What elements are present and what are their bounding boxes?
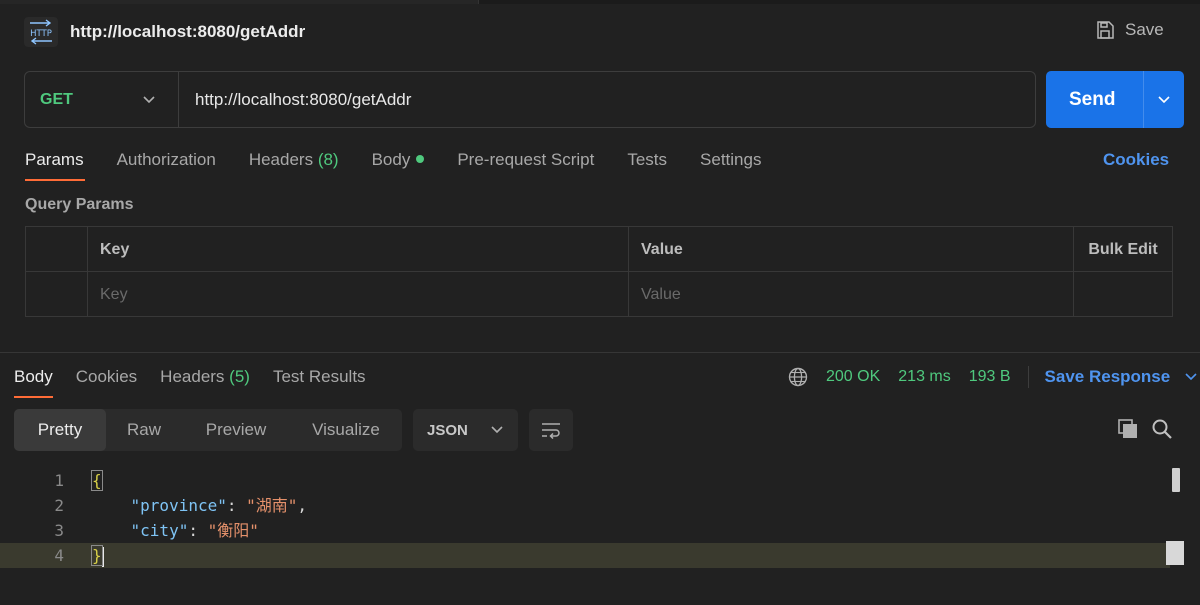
open-brace: { xyxy=(91,470,103,491)
tab-headers[interactable]: Headers (8) xyxy=(249,150,339,182)
code-line-active: 4 } xyxy=(0,543,1170,568)
tab-strip-segment xyxy=(478,0,1200,4)
save-button[interactable]: Save xyxy=(1095,20,1164,40)
table-header-row: Key Value Bulk Edit xyxy=(26,227,1172,272)
code-text: "city": "衡阳" xyxy=(130,521,259,540)
query-params-title: Query Params xyxy=(25,196,134,213)
view-mode-visualize[interactable]: Visualize xyxy=(290,409,402,451)
table-row: Key Value xyxy=(26,272,1172,317)
response-time[interactable]: 213 ms xyxy=(898,368,950,386)
line-number: 2 xyxy=(54,496,64,515)
send-label: Send xyxy=(1069,88,1116,110)
response-tab-cookies[interactable]: Cookies xyxy=(76,367,137,387)
chevron-down-icon xyxy=(1158,95,1170,103)
close-brace: } xyxy=(91,545,103,566)
scrollbar-cursor-marker xyxy=(1166,541,1184,565)
tab-params[interactable]: Params xyxy=(25,150,85,182)
window-top-strip xyxy=(0,0,1200,4)
status-code[interactable]: 200 OK xyxy=(826,368,880,386)
response-tabs: Body Cookies Headers (5) Test Results xyxy=(14,367,389,398)
search-icon[interactable] xyxy=(1151,418,1173,440)
line-number: 3 xyxy=(54,521,64,540)
bulk-edit-button[interactable]: Bulk Edit xyxy=(1074,227,1172,272)
json-value: "衡阳" xyxy=(207,521,259,540)
line-number: 4 xyxy=(54,546,64,565)
json-value: "湖南" xyxy=(246,496,298,515)
response-tab-headers[interactable]: Headers (5) xyxy=(160,367,250,387)
scrollbar-thumb[interactable] xyxy=(1172,468,1180,492)
wrap-lines-button[interactable] xyxy=(529,409,573,451)
code-text: } xyxy=(91,543,104,568)
response-tab-test-results[interactable]: Test Results xyxy=(273,367,366,387)
code-text: "province": "湖南", xyxy=(130,496,308,515)
query-params-table: Key Value Bulk Edit Key Value xyxy=(25,226,1173,317)
tab-body[interactable]: Body xyxy=(372,150,425,182)
http-icon: HTTP xyxy=(24,17,58,47)
json-key: "city" xyxy=(130,521,189,540)
code-line: 2 "province": "湖南", xyxy=(0,493,1200,518)
view-mode-preview[interactable]: Preview xyxy=(182,409,290,451)
tab-settings[interactable]: Settings xyxy=(700,150,761,182)
checkbox-column-header xyxy=(26,227,88,272)
wrap-lines-icon xyxy=(542,423,560,439)
save-response-button[interactable]: Save Response xyxy=(1045,367,1199,387)
view-mode-pretty[interactable]: Pretty xyxy=(14,409,106,451)
chevron-down-icon xyxy=(1185,373,1197,381)
url-input[interactable]: http://localhost:8080/getAddr xyxy=(179,90,1035,110)
view-mode-group: Pretty Raw Preview Visualize xyxy=(14,409,402,451)
response-headers-count: (5) xyxy=(229,367,250,386)
response-body-editor[interactable]: 1 { 2 "province": "湖南", 3 "city": "衡阳" 4… xyxy=(0,468,1200,568)
send-options-button[interactable] xyxy=(1143,71,1184,128)
chevron-down-icon xyxy=(491,426,503,434)
chevron-down-icon xyxy=(143,95,155,103)
method-select[interactable]: GET xyxy=(25,72,179,127)
save-label: Save xyxy=(1125,20,1164,39)
response-headers-label: Headers xyxy=(160,367,225,386)
response-status-bar: 200 OK 213 ms 193 B Save Response xyxy=(788,366,1198,388)
tab-prerequest-script[interactable]: Pre-request Script xyxy=(457,150,594,182)
request-tabs: Params Authorization Headers (8) Body Pr… xyxy=(25,150,794,182)
tab-headers-label: Headers xyxy=(248,150,314,169)
format-label: JSON xyxy=(427,421,468,439)
key-column-header: Key xyxy=(88,227,629,272)
value-input[interactable]: Value xyxy=(629,272,1074,317)
save-icon xyxy=(1097,21,1114,39)
status-separator xyxy=(1027,366,1029,388)
json-key: "province" xyxy=(130,496,227,515)
url-bar: GET http://localhost:8080/getAddr xyxy=(24,71,1036,128)
tab-body-label: Body xyxy=(371,150,411,169)
response-tab-body[interactable]: Body xyxy=(14,367,53,398)
request-title[interactable]: http://localhost:8080/getAddr xyxy=(70,22,305,42)
key-input[interactable]: Key xyxy=(88,272,629,317)
copy-icon[interactable] xyxy=(1117,418,1139,440)
text-cursor xyxy=(101,546,104,567)
method-label: GET xyxy=(40,90,73,108)
tab-tests[interactable]: Tests xyxy=(627,150,667,182)
code-line: 1 { xyxy=(0,468,1200,493)
tab-authorization[interactable]: Authorization xyxy=(117,150,216,182)
row-checkbox-cell xyxy=(26,272,88,317)
save-response-label: Save Response xyxy=(1044,367,1171,386)
format-select[interactable]: JSON xyxy=(413,409,518,451)
view-mode-raw[interactable]: Raw xyxy=(106,409,182,451)
globe-icon[interactable] xyxy=(788,367,808,387)
body-indicator-dot xyxy=(416,154,425,163)
svg-text:HTTP: HTTP xyxy=(30,29,52,39)
response-size[interactable]: 193 B xyxy=(969,368,1011,386)
pane-divider[interactable] xyxy=(0,352,1200,353)
code-line: 3 "city": "衡阳" xyxy=(0,518,1200,543)
headers-count: (8) xyxy=(317,150,339,169)
value-column-header: Value xyxy=(629,227,1074,272)
line-number: 1 xyxy=(54,471,64,490)
row-actions-cell xyxy=(1074,272,1172,317)
code-text: { xyxy=(91,468,103,493)
send-button[interactable]: Send xyxy=(1046,71,1184,128)
cookies-link[interactable]: Cookies xyxy=(1103,150,1169,170)
